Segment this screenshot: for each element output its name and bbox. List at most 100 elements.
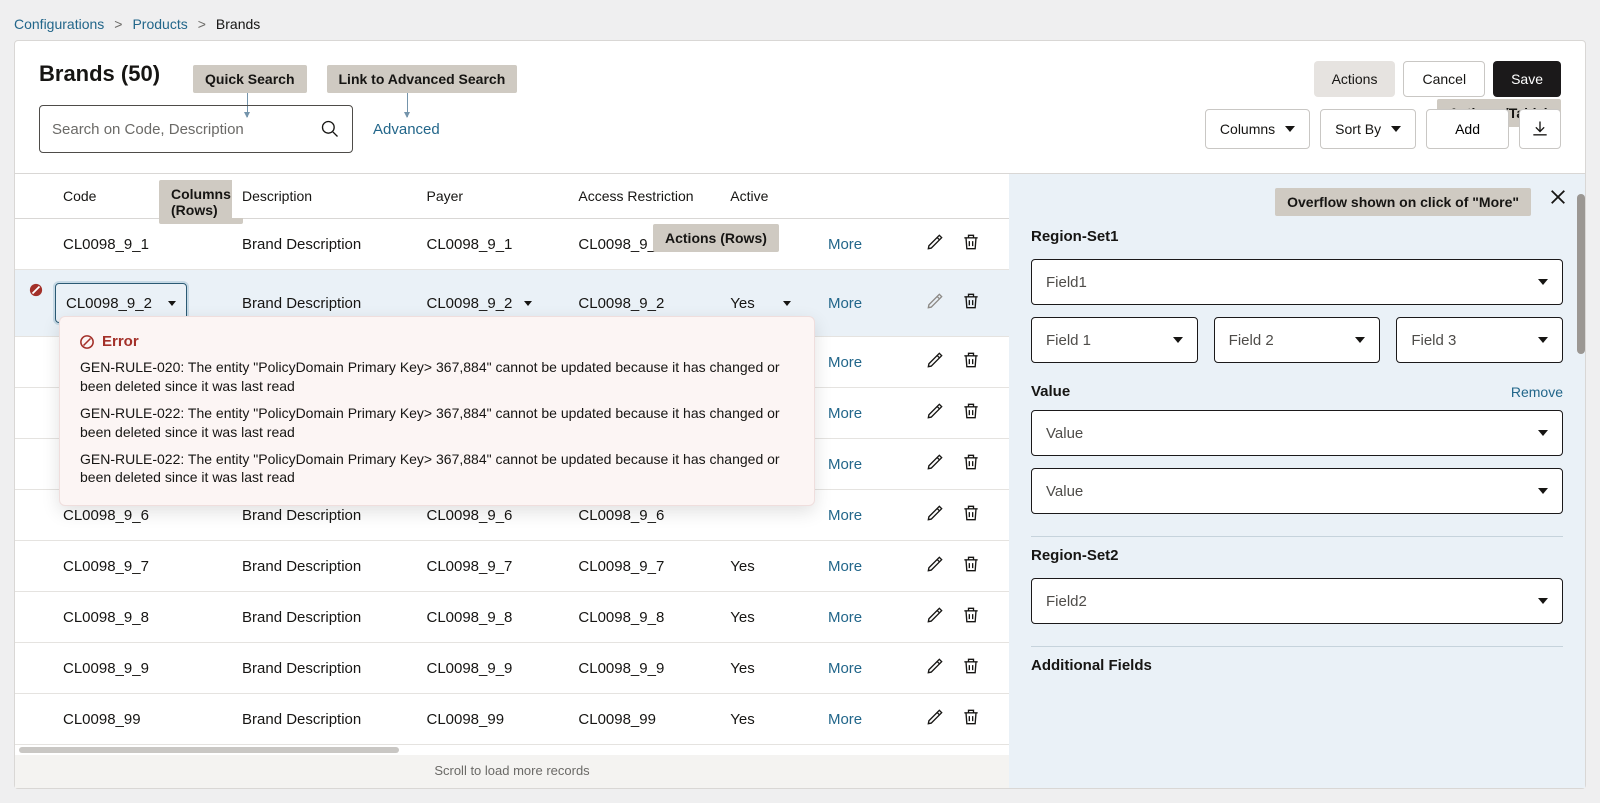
scrollbar-thumb[interactable] [19, 747, 399, 753]
breadcrumb-separator: > [104, 16, 132, 32]
delete-row-button[interactable] [961, 707, 981, 731]
close-panel-button[interactable] [1549, 188, 1567, 209]
active-cell: Yes [730, 295, 754, 312]
pencil-icon [925, 291, 945, 311]
chevron-down-icon [1285, 126, 1295, 132]
value-select-2[interactable]: Value [1031, 468, 1563, 514]
chevron-down-icon [1538, 430, 1548, 436]
pencil-icon [925, 707, 945, 727]
payer-cell: CL0098_9_9 [416, 643, 568, 694]
delete-row-button[interactable] [961, 401, 981, 425]
trash-icon [961, 707, 981, 727]
more-link[interactable]: More [828, 295, 862, 312]
remove-link[interactable]: Remove [1511, 384, 1563, 400]
table-row[interactable]: CL0098_9_7Brand DescriptionCL0098_9_7CL0… [15, 541, 1009, 592]
edit-row-button[interactable] [925, 401, 945, 425]
delete-row-button[interactable] [961, 656, 981, 680]
panel-divider [1031, 536, 1563, 537]
pencil-icon [925, 452, 945, 472]
sortby-selector[interactable]: Sort By [1320, 109, 1416, 149]
payer-cell: CL0098_99 [416, 694, 568, 745]
chevron-down-icon[interactable] [783, 301, 791, 306]
chevron-down-icon [1538, 488, 1548, 494]
field3-small[interactable]: Field 3 [1396, 317, 1563, 363]
more-link[interactable]: More [828, 711, 862, 728]
trash-icon [961, 554, 981, 574]
edit-row-button[interactable] [925, 452, 945, 476]
field1-small[interactable]: Field 1 [1031, 317, 1198, 363]
more-link[interactable]: More [828, 558, 862, 575]
delete-row-button[interactable] [961, 291, 981, 315]
col-payer: Payer [416, 174, 568, 219]
more-link[interactable]: More [828, 609, 862, 626]
download-button[interactable] [1519, 109, 1561, 149]
description-cell: Brand Description [232, 592, 416, 643]
delete-row-button[interactable] [961, 503, 981, 527]
more-link[interactable]: More [828, 507, 862, 524]
breadcrumb-link-configurations[interactable]: Configurations [14, 16, 104, 32]
edit-row-button[interactable] [925, 656, 945, 680]
sortby-selector-label: Sort By [1335, 121, 1381, 137]
panel-vertical-scrollbar[interactable] [1577, 194, 1585, 768]
field2-full-select[interactable]: Field2 [1031, 578, 1563, 624]
access-cell: CL0098_9_7 [568, 541, 720, 592]
code-cell: CL0098_9_8 [63, 609, 149, 626]
field2-small[interactable]: Field 2 [1214, 317, 1381, 363]
table-row[interactable]: CL0098_99Brand DescriptionCL0098_99CL009… [15, 694, 1009, 745]
pencil-icon [925, 554, 945, 574]
chevron-down-icon [1538, 279, 1548, 285]
table-row[interactable]: CL0098_9_1Brand DescriptionCL0098_9_1CL0… [15, 219, 1009, 270]
trash-icon [961, 350, 981, 370]
trash-icon [961, 656, 981, 676]
edit-row-button[interactable] [925, 291, 945, 315]
delete-row-button[interactable] [961, 350, 981, 374]
card-header: Brands (50) Actions Cancel Save Quick Se… [15, 41, 1585, 87]
scrollbar-thumb[interactable] [1577, 194, 1585, 354]
more-link[interactable]: More [828, 456, 862, 473]
pencil-icon [925, 401, 945, 421]
more-link[interactable]: More [828, 660, 862, 677]
active-cell: Yes [720, 694, 818, 745]
value-ph: Value [1046, 483, 1083, 500]
edit-row-button[interactable] [925, 554, 945, 578]
chevron-down-icon [1391, 126, 1401, 132]
value-select-1[interactable]: Value [1031, 410, 1563, 456]
table-row[interactable]: CL0098_9_8Brand DescriptionCL0098_9_8CL0… [15, 592, 1009, 643]
error-title: Error [102, 333, 139, 350]
more-link[interactable]: More [828, 405, 862, 422]
pencil-icon [925, 503, 945, 523]
field1-select[interactable]: Field1 [1031, 259, 1563, 305]
columns-selector[interactable]: Columns [1205, 109, 1310, 149]
delete-row-button[interactable] [961, 554, 981, 578]
edit-row-button[interactable] [925, 350, 945, 374]
callout-columns-rows: Columns (Rows) [159, 180, 243, 224]
pencil-icon [925, 605, 945, 625]
delete-row-button[interactable] [961, 605, 981, 629]
field2-small-label: Field 2 [1229, 332, 1274, 349]
search-box[interactable] [39, 105, 353, 153]
more-link[interactable]: More [828, 354, 862, 371]
table-row[interactable]: CL0098_9_9Brand DescriptionCL0098_9_9CL0… [15, 643, 1009, 694]
search-input[interactable] [52, 121, 320, 138]
edit-row-button[interactable] [925, 503, 945, 527]
add-button[interactable]: Add [1426, 109, 1509, 149]
delete-row-button[interactable] [961, 232, 981, 256]
description-cell: Brand Description [232, 643, 416, 694]
payer-cell: CL0098_9_2 [426, 295, 512, 312]
edit-row-button[interactable] [925, 605, 945, 629]
value-label: Value [1031, 383, 1070, 400]
active-cell: Yes [720, 541, 818, 592]
edit-row-button[interactable] [925, 232, 945, 256]
breadcrumb-link-products[interactable]: Products [132, 16, 187, 32]
horizontal-scrollbar[interactable] [15, 745, 1009, 755]
code-cell: CL0098_9_1 [63, 236, 149, 253]
col-code: Code [63, 188, 96, 204]
code-cell-value: CL0098_9_2 [66, 295, 152, 312]
edit-row-button[interactable] [925, 707, 945, 731]
delete-row-button[interactable] [961, 452, 981, 476]
code-cell: CL0098_9_9 [63, 660, 149, 677]
chevron-down-icon[interactable] [524, 301, 532, 306]
more-link[interactable]: More [828, 236, 862, 253]
advanced-search-link[interactable]: Advanced [373, 121, 440, 138]
details-panel: Overflow shown on click of "More" Region… [1009, 174, 1585, 788]
